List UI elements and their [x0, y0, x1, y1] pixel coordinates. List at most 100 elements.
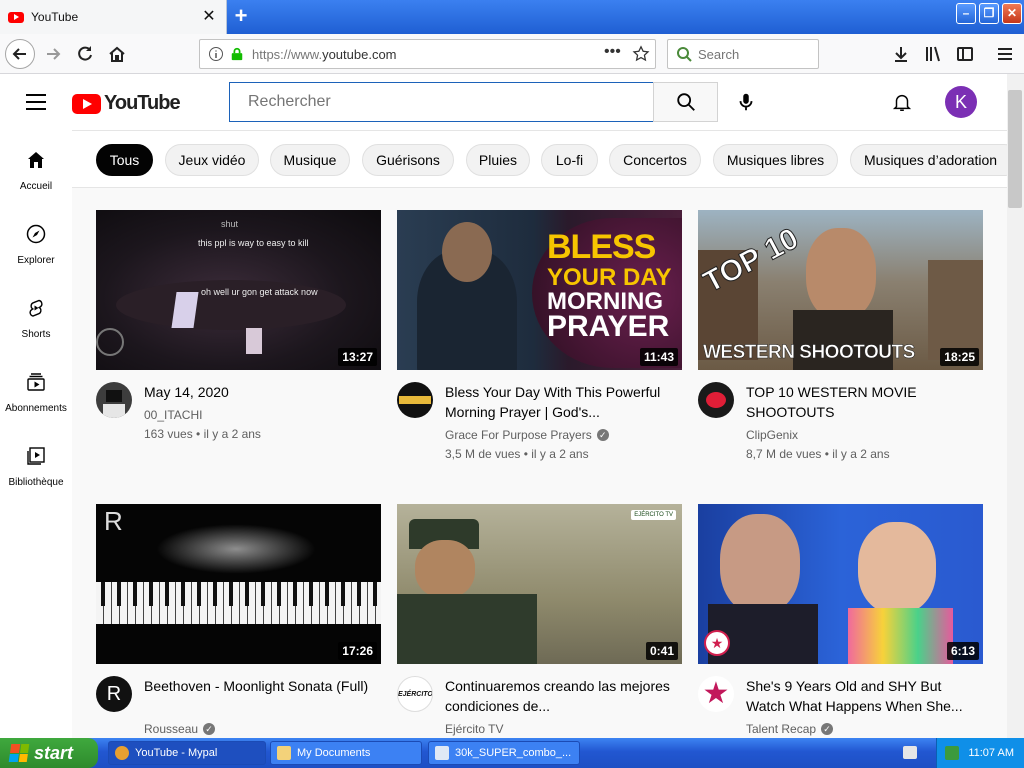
clock[interactable]: 11:07 AM — [968, 747, 1014, 759]
chip-concertos[interactable]: Concertos — [609, 144, 701, 176]
document-icon — [435, 746, 449, 760]
sidebar-item-accueil[interactable]: Accueil — [0, 130, 72, 204]
start-label: start — [34, 742, 74, 763]
channel-name[interactable]: ClipGenix — [746, 428, 798, 442]
channel-name[interactable]: 00_ITACHI — [144, 408, 202, 422]
youtube-search-box[interactable] — [229, 82, 654, 122]
avatar-logo-band — [399, 396, 431, 404]
close-window-button[interactable]: ✕ — [1002, 3, 1022, 24]
chip-musiques-adoration[interactable]: Musiques d’adoration — [850, 144, 1007, 176]
thumbnail-black-keys — [96, 582, 381, 606]
youtube-wordmark: YouTube — [104, 92, 181, 114]
video-thumbnail[interactable]: shut this ppl is way to easy to kill oh … — [96, 210, 381, 370]
sidebar-item-label: Shorts — [21, 329, 51, 340]
reload-button[interactable] — [70, 39, 100, 69]
chip-pluies[interactable]: Pluies — [466, 144, 530, 176]
taskbar-item-combo[interactable]: 30k_SUPER_combo_... — [428, 741, 580, 765]
info-icon[interactable] — [208, 46, 224, 62]
video-title[interactable]: Beethoven - Moonlight Sonata (Full) — [144, 676, 374, 696]
sidebar-item-bibliotheque[interactable]: Bibliothèque — [0, 426, 72, 500]
chip-jeux-video[interactable]: Jeux vidéo — [165, 144, 259, 176]
restore-button[interactable]: ❐ — [979, 3, 999, 24]
channel-name-text: Rousseau — [144, 722, 199, 736]
menu-button[interactable] — [990, 39, 1020, 69]
video-thumbnail[interactable]: TOP 10 WESTERN SHOOTOUTS 18:25 — [698, 210, 983, 370]
youtube-play-icon — [72, 93, 101, 114]
subscriptions-icon — [27, 373, 45, 391]
taskbar-item-mypal[interactable]: YouTube - Mypal — [108, 741, 266, 765]
home-icon — [109, 46, 125, 62]
channel-name[interactable]: Rousseau ✓ — [144, 722, 216, 736]
back-button[interactable] — [5, 39, 35, 69]
page-actions-icon[interactable]: ••• — [604, 43, 621, 61]
video-thumbnail[interactable]: ★ 6:13 — [698, 504, 983, 664]
channel-avatar-star-icon[interactable]: ★ — [698, 676, 734, 712]
video-title[interactable]: May 14, 2020 — [144, 382, 374, 402]
video-thumbnail[interactable]: BLESS YOUR DAY MORNING PRAYER 11:43 — [397, 210, 682, 370]
sidebar-button[interactable] — [950, 39, 980, 69]
video-title[interactable]: Bless Your Day With This Powerful Mornin… — [445, 382, 675, 422]
video-title[interactable]: Continuaremos creando las mejores condic… — [445, 676, 675, 716]
url-text[interactable]: https://www.youtube.com — [252, 47, 397, 62]
sidebar-item-abonnements[interactable]: Abonnements — [0, 352, 72, 426]
chip-musiques-libres[interactable]: Musiques libres — [713, 144, 838, 176]
chip-lo-fi[interactable]: Lo-fi — [541, 144, 598, 176]
library-button[interactable] — [918, 39, 948, 69]
tab-title: YouTube — [31, 10, 79, 24]
guide-menu-icon[interactable] — [26, 94, 46, 110]
sidebar-item-shorts[interactable]: Shorts — [0, 278, 72, 352]
notifications-button[interactable] — [888, 88, 916, 116]
url-bar[interactable]: https://www.youtube.com ••• — [199, 39, 656, 69]
start-button[interactable]: start — [0, 738, 98, 768]
account-avatar[interactable]: K — [945, 86, 977, 118]
channel-avatar[interactable] — [698, 382, 734, 418]
downloads-button[interactable] — [886, 39, 916, 69]
thumbnail-head — [442, 222, 492, 282]
browser-tab-youtube[interactable]: YouTube ✕ — [0, 0, 227, 34]
chip-guerisons[interactable]: Guérisons — [362, 144, 454, 176]
chip-tous[interactable]: Tous — [96, 144, 153, 176]
youtube-search-button[interactable] — [653, 82, 718, 122]
home-button[interactable] — [102, 39, 132, 69]
taskbar-item-my-documents[interactable]: My Documents — [270, 741, 422, 765]
new-tab-button[interactable]: + — [230, 5, 252, 27]
tab-close-icon[interactable]: ✕ — [200, 8, 218, 26]
channel-name[interactable]: Ejército TV — [445, 722, 503, 736]
youtube-search-input[interactable] — [248, 93, 628, 111]
video-thumbnail[interactable]: R 17:26 — [96, 504, 381, 664]
channel-avatar[interactable] — [397, 382, 433, 418]
channel-avatar[interactable] — [96, 382, 132, 418]
sidebar-item-label: Explorer — [17, 255, 55, 266]
chip-musique[interactable]: Musique — [270, 144, 350, 176]
mini-guide-sidebar: Accueil Explorer Shorts Abonnements Bibl… — [0, 130, 72, 738]
video-duration: 18:25 — [940, 348, 979, 366]
thumbnail-uniform — [397, 594, 537, 664]
channel-name-text: ClipGenix — [746, 428, 799, 442]
sidebar-item-explorer[interactable]: Explorer — [0, 204, 72, 278]
lock-icon — [231, 47, 243, 61]
thumbnail-figure — [246, 328, 262, 354]
channel-name[interactable]: Talent Recap ✓ — [746, 722, 834, 736]
video-title[interactable]: TOP 10 WESTERN MOVIE SHOOTOUTS — [746, 382, 976, 422]
windows-flag-icon — [8, 744, 30, 762]
video-title[interactable]: She's 9 Years Old and SHY But Watch What… — [746, 676, 976, 716]
scrollbar-thumb[interactable] — [1008, 90, 1022, 208]
browser-search-bar[interactable] — [667, 39, 819, 69]
system-tray: 11:07 AM — [936, 738, 1024, 768]
forward-button[interactable] — [38, 39, 68, 69]
voice-search-button[interactable] — [726, 82, 766, 122]
windows-taskbar: start YouTube - Mypal My Documents 30k_S… — [0, 738, 1024, 768]
video-thumbnail[interactable]: EJÉRCITO TV 0:41 — [397, 504, 682, 664]
keyboard-icon[interactable] — [903, 746, 917, 759]
network-icon[interactable] — [945, 746, 959, 760]
bookmark-star-icon[interactable] — [632, 45, 650, 63]
channel-avatar[interactable]: R — [96, 676, 132, 712]
thumbnail-badge: EJÉRCITO TV — [631, 510, 676, 520]
browser-search-input[interactable] — [698, 46, 808, 62]
youtube-logo[interactable]: YouTube — [72, 92, 181, 115]
channel-avatar[interactable]: EJÉRCITO TV — [397, 676, 433, 712]
minimize-button[interactable]: – — [956, 3, 976, 24]
verified-check-icon: ✓ — [203, 723, 216, 735]
reload-icon — [78, 46, 92, 61]
channel-name[interactable]: Grace For Purpose Prayers ✓ — [445, 428, 609, 442]
